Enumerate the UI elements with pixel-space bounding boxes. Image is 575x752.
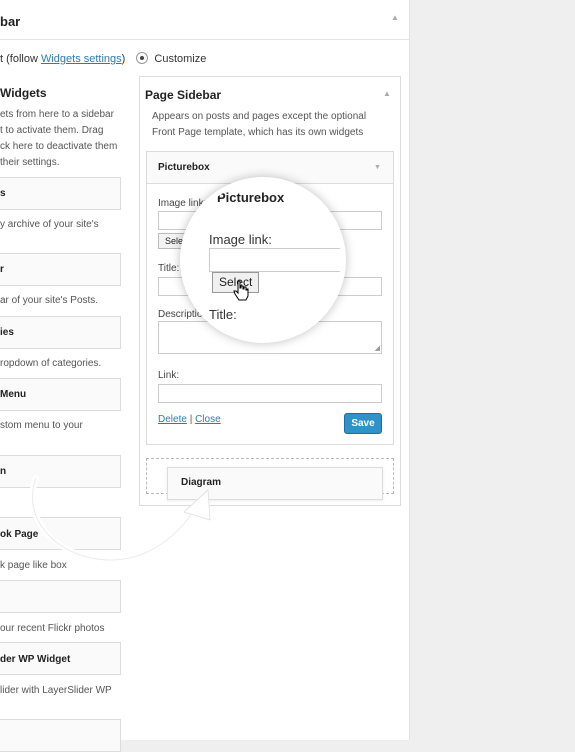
magnified-image-link-input <box>209 248 341 272</box>
magnifier-callout: Picturebox Image link: Select Title: <box>180 177 346 343</box>
drag-arrow-icon <box>29 475 211 564</box>
magnified-title: Picturebox <box>217 190 285 205</box>
magnified-image-link-label: Image link: <box>209 232 272 247</box>
hand-cursor-icon <box>233 280 249 301</box>
magnified-title-label: Title: <box>209 307 237 322</box>
